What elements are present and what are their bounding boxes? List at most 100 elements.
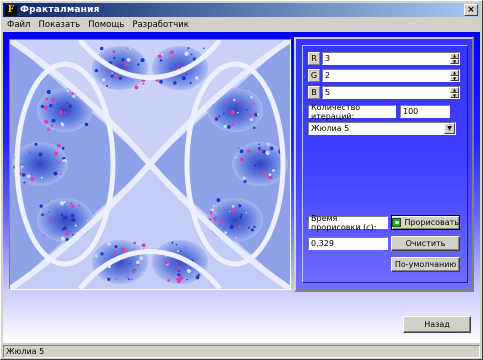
menu-help[interactable]: Помощь: [84, 20, 128, 30]
fractal-speck: [177, 64, 180, 67]
fractal-speck: [66, 102, 69, 105]
fractal-speck: [21, 172, 26, 177]
fractal-lobe: [12, 142, 68, 186]
fractal-speck: [231, 204, 235, 208]
fractal-canvas[interactable]: [9, 39, 291, 290]
fractal-speck: [48, 220, 52, 223]
title-bar[interactable]: F Фракталмания ×: [3, 3, 480, 17]
fractal-speck: [243, 179, 247, 184]
fractal-speck: [107, 242, 111, 246]
fractal-speck: [34, 142, 38, 146]
color-row-g: G 2 ▲ ▼: [308, 69, 460, 82]
fractal-speck: [124, 61, 129, 66]
fractal-speck: [253, 102, 256, 105]
menu-show[interactable]: Показать: [34, 20, 84, 30]
back-button[interactable]: Назад: [403, 316, 471, 333]
color-spinner-g[interactable]: 2 ▲ ▼: [322, 69, 460, 82]
menu-bar: Файл Показать Помощь Разработчик: [3, 18, 480, 31]
fractal-speck: [70, 213, 75, 218]
fractal-speck: [114, 74, 119, 78]
fractal-speck: [170, 50, 174, 54]
fractal-speck: [159, 79, 163, 84]
fractal-speck: [111, 72, 113, 74]
status-text: Жюлиа 5: [6, 347, 45, 356]
fractal-speck: [258, 143, 260, 146]
fractal-speck: [245, 212, 247, 214]
fractal-speck: [231, 208, 236, 212]
fractal-speck: [173, 81, 177, 85]
fractal-speck: [184, 51, 189, 56]
fractal-speck: [168, 52, 171, 54]
fractal-speck: [229, 224, 234, 229]
chevron-down-icon[interactable]: ▼: [444, 123, 455, 134]
fractal-speck: [112, 50, 116, 54]
menu-file[interactable]: Файл: [3, 20, 34, 30]
fractal-speck: [181, 76, 186, 81]
fractal-speck: [87, 219, 89, 222]
fractal-speck: [63, 111, 66, 114]
fractal-speck: [56, 103, 59, 105]
fractal-speck: [109, 87, 111, 89]
color-spinner-r[interactable]: 3 ▲ ▼: [322, 52, 460, 65]
color-label-g: G: [308, 69, 320, 82]
fractal-speck: [214, 212, 217, 214]
fractal-speck: [115, 277, 118, 280]
fractal-speck: [268, 173, 272, 176]
fractal-speck: [106, 84, 109, 87]
fractal-speck: [209, 209, 212, 211]
render-time-value: 0,329: [308, 237, 388, 250]
fractal-speck: [94, 254, 98, 258]
fractal-speck: [186, 268, 192, 273]
control-panel: R 3 ▲ ▼ G 2 ▲ ▼ B 5 ▲ ▼ Количество итера…: [294, 37, 474, 292]
clear-button[interactable]: Очистить: [391, 236, 460, 251]
fractal-speck: [58, 161, 61, 164]
fractal-speck: [66, 89, 69, 93]
render-time-label: Время прорисовки (с):: [308, 214, 388, 232]
iterations-input[interactable]: 100: [400, 105, 450, 118]
spin-down-icon[interactable]: ▼: [450, 75, 459, 81]
fractal-speck: [250, 228, 254, 232]
fractal-speck: [246, 149, 251, 154]
settings-group: R 3 ▲ ▼ G 2 ▲ ▼ B 5 ▲ ▼ Количество итера…: [302, 45, 468, 283]
fractal-speck: [60, 213, 64, 217]
fractal-speck: [43, 234, 45, 236]
spin-down-icon[interactable]: ▼: [450, 92, 459, 98]
fractal-speck: [239, 149, 244, 154]
fractal-speck: [195, 84, 199, 88]
draw-button[interactable]: Прорисовать: [391, 215, 460, 230]
fractal-speck: [59, 200, 65, 206]
fractal-speck: [249, 118, 253, 122]
fractal-speck: [60, 236, 65, 241]
fractal-speck: [141, 243, 146, 248]
fractal-speck: [39, 204, 43, 208]
fractal-speck: [269, 146, 274, 151]
defaults-button[interactable]: По-умолчанию: [391, 257, 460, 272]
fractal-speck: [176, 277, 180, 281]
color-spinner-b[interactable]: 5 ▲ ▼: [322, 86, 460, 99]
fractal-speck: [190, 53, 193, 56]
fractal-speck: [195, 76, 199, 80]
fractal-speck: [232, 98, 236, 102]
fractal-speck: [265, 150, 270, 156]
fractal-speck: [223, 124, 227, 128]
fractal-speck: [266, 142, 270, 146]
menu-developer[interactable]: Разработчик: [128, 20, 193, 30]
spin-down-icon[interactable]: ▼: [450, 58, 459, 64]
fractal-speck: [238, 204, 242, 208]
color-row-r: R 3 ▲ ▼: [308, 52, 460, 65]
color-value-g: 2: [325, 71, 331, 80]
fractal-speck: [229, 210, 231, 212]
fractal-speck: [177, 273, 181, 277]
fractal-speck: [177, 266, 181, 270]
fractal-speck: [239, 104, 242, 107]
fractal-speck: [40, 176, 43, 179]
fractal-speck: [30, 177, 35, 182]
fractal-speck: [227, 125, 231, 129]
fractal-speck: [256, 113, 260, 116]
fractal-speck: [51, 118, 56, 123]
fractal-speck: [253, 225, 256, 229]
close-button[interactable]: ×: [464, 4, 478, 16]
fractal-speck: [118, 76, 122, 80]
fractal-type-select[interactable]: Жюлиа 5 ▼: [308, 122, 456, 135]
fractal-speck: [229, 97, 232, 101]
